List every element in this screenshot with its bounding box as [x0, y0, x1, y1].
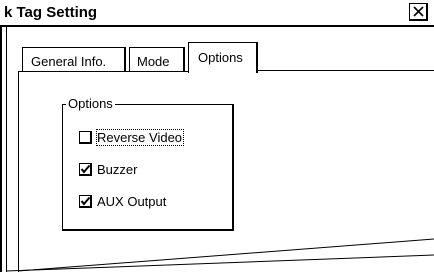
- close-icon: [413, 6, 424, 17]
- tab-options-label: Options: [198, 50, 243, 65]
- reverse-video-checkbox-box[interactable]: [79, 131, 92, 144]
- window-inner-border: [6, 27, 7, 272]
- tab-mode[interactable]: Mode: [129, 47, 185, 72]
- window-left-border: [0, 27, 2, 272]
- window-title: k Tag Setting: [4, 4, 98, 21]
- buzzer-checkbox-box[interactable]: [79, 163, 92, 176]
- tab-general-info[interactable]: General Info.: [22, 47, 126, 72]
- tab-general-info-label: General Info.: [31, 54, 107, 69]
- close-button[interactable]: [409, 3, 428, 21]
- tab-options[interactable]: Options: [188, 42, 258, 73]
- reverse-video-label: Reverse Video: [95, 129, 185, 146]
- tab-mode-label: Mode: [137, 54, 170, 69]
- aux-output-checkbox-box[interactable]: [79, 195, 92, 208]
- tab-baseline-left: [18, 71, 189, 72]
- buzzer-label: Buzzer: [97, 162, 138, 177]
- options-groupbox-label: Options: [66, 96, 115, 111]
- aux-output-label: AUX Output: [97, 194, 167, 209]
- tag-setting-dialog: k Tag Setting General Info. Mode Options…: [0, 0, 434, 272]
- checkmark-icon: [80, 164, 91, 174]
- title-bar[interactable]: k Tag Setting: [0, 0, 434, 27]
- tab-panel-left-border: [18, 71, 19, 272]
- checkmark-icon: [80, 196, 91, 206]
- tab-baseline-right: [257, 70, 434, 71]
